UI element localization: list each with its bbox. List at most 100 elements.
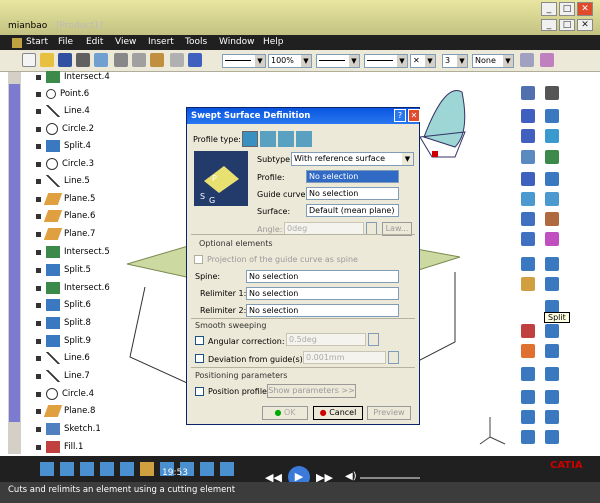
tool-icon[interactable]	[521, 390, 535, 404]
tool-icon[interactable]	[545, 212, 559, 226]
save-icon[interactable]	[58, 53, 72, 67]
help-icon[interactable]: ?	[394, 109, 406, 122]
tool-icon[interactable]	[521, 277, 535, 291]
line-icon[interactable]	[545, 109, 559, 123]
volume-icon[interactable]: ◀)	[345, 471, 357, 482]
volume-slider[interactable]	[360, 477, 420, 479]
tool-icon[interactable]	[521, 86, 535, 100]
tool-icon[interactable]	[120, 462, 134, 476]
tool-icon[interactable]	[521, 212, 535, 226]
menu-window[interactable]: Window	[219, 37, 255, 47]
tool-icon[interactable]	[545, 192, 559, 206]
tool-icon[interactable]	[40, 462, 54, 476]
cancel-button[interactable]: ● Cancel	[313, 406, 363, 420]
inner-minimize-button[interactable]: _	[541, 19, 557, 31]
preview-button[interactable]: Preview	[367, 406, 411, 420]
graphic-properties-icon[interactable]	[540, 53, 554, 67]
angular-correction-field[interactable]: 0.5deg	[286, 333, 366, 346]
deviation-checkbox[interactable]	[195, 354, 204, 363]
tool-icon[interactable]	[545, 430, 559, 444]
tool-icon[interactable]	[521, 192, 535, 206]
projection-checkbox[interactable]	[194, 255, 203, 264]
tool-icon[interactable]	[545, 232, 559, 246]
minimize-button[interactable]: _	[541, 2, 557, 16]
menu-tools[interactable]: Tools	[185, 37, 207, 47]
undo-icon[interactable]	[170, 53, 184, 67]
tool-icon[interactable]	[545, 390, 559, 404]
menu-edit[interactable]: Edit	[86, 37, 103, 47]
deviation-spinner[interactable]	[388, 351, 399, 364]
cut-icon[interactable]	[114, 53, 128, 67]
tool-icon[interactable]	[521, 344, 535, 358]
tool-icon[interactable]	[521, 367, 535, 381]
open-folder-icon[interactable]	[40, 53, 54, 67]
zoom-combo[interactable]: 100% ▼	[268, 54, 312, 68]
zoom-icon[interactable]	[100, 462, 114, 476]
surface-field[interactable]: Default (mean plane)	[306, 204, 399, 217]
profile-type-explicit-icon[interactable]	[242, 131, 258, 147]
relimiter2-field[interactable]: No selection	[246, 304, 399, 317]
tool-icon[interactable]	[521, 172, 535, 186]
tool-icon[interactable]	[521, 430, 535, 444]
print-icon[interactable]	[76, 53, 90, 67]
tool-icon[interactable]	[545, 257, 559, 271]
angular-correction-checkbox[interactable]	[195, 336, 204, 345]
ok-button[interactable]: ● OK	[262, 406, 308, 420]
tool-icon[interactable]	[521, 324, 535, 338]
menu-view[interactable]: View	[115, 37, 136, 47]
profile-field[interactable]: No selection	[306, 170, 399, 183]
tool-icon[interactable]	[80, 462, 94, 476]
line-thickness-combo[interactable]: ▼	[316, 54, 360, 68]
inner-close-button[interactable]: ✕	[577, 19, 593, 31]
profile-type-circle-icon[interactable]	[278, 131, 294, 147]
subtype-select[interactable]: With reference surface ▼	[291, 152, 414, 166]
deviation-field[interactable]: 0.001mm	[303, 351, 386, 364]
format-painter-icon[interactable]	[520, 53, 534, 67]
point-style-combo[interactable]: ✕ ▼	[410, 54, 436, 68]
guide-curve-field[interactable]: No selection	[306, 187, 399, 200]
close-button[interactable]: ✕	[577, 2, 593, 16]
dialog-close-icon[interactable]: ✕	[408, 109, 420, 122]
angular-correction-spinner[interactable]	[368, 333, 379, 346]
select-arrow-icon[interactable]	[545, 86, 559, 100]
new-file-icon[interactable]	[22, 53, 36, 67]
tool-icon[interactable]	[545, 172, 559, 186]
show-parameters-button[interactable]: Show parameters >>	[267, 384, 356, 398]
tool-icon[interactable]	[545, 367, 559, 381]
whats-this-icon[interactable]	[188, 53, 202, 67]
relimiter1-field[interactable]: No selection	[246, 287, 399, 300]
tool-icon[interactable]	[521, 257, 535, 271]
line-type-combo[interactable]: ▼	[364, 54, 408, 68]
paste-icon[interactable]	[150, 53, 164, 67]
tool-icon[interactable]	[545, 410, 559, 424]
menu-help[interactable]: Help	[263, 37, 284, 47]
profile-type-conic-icon[interactable]	[296, 131, 312, 147]
tool-icon[interactable]	[521, 150, 535, 164]
tool-icon[interactable]	[521, 232, 535, 246]
quick-view-icon[interactable]	[94, 53, 108, 67]
tool-icon[interactable]	[521, 109, 535, 123]
copy-icon[interactable]	[132, 53, 146, 67]
tool-icon[interactable]	[60, 462, 74, 476]
small-value-combo[interactable]: 3 ▼	[442, 54, 468, 68]
tool-icon[interactable]	[545, 324, 559, 338]
tool-icon[interactable]	[521, 129, 535, 143]
tool-icon[interactable]	[220, 462, 234, 476]
tool-icon[interactable]	[545, 277, 559, 291]
layer-combo[interactable]: None ▼	[472, 54, 514, 68]
tool-icon[interactable]	[200, 462, 214, 476]
menu-insert[interactable]: Insert	[148, 37, 174, 47]
menu-start[interactable]: Start	[26, 37, 48, 47]
tool-icon[interactable]	[521, 410, 535, 424]
tool-icon[interactable]	[545, 344, 559, 358]
tool-icon[interactable]	[545, 150, 559, 164]
plane-icon[interactable]	[545, 129, 559, 143]
spine-field[interactable]: No selection	[246, 270, 399, 283]
tool-icon[interactable]	[140, 462, 154, 476]
menu-file[interactable]: File	[58, 37, 73, 47]
position-profile-checkbox[interactable]	[195, 387, 204, 396]
inner-maximize-button[interactable]: □	[559, 19, 575, 31]
maximize-button[interactable]: □	[559, 2, 575, 16]
line-color-combo[interactable]: ▼	[222, 54, 266, 68]
profile-type-line-icon[interactable]	[260, 131, 276, 147]
